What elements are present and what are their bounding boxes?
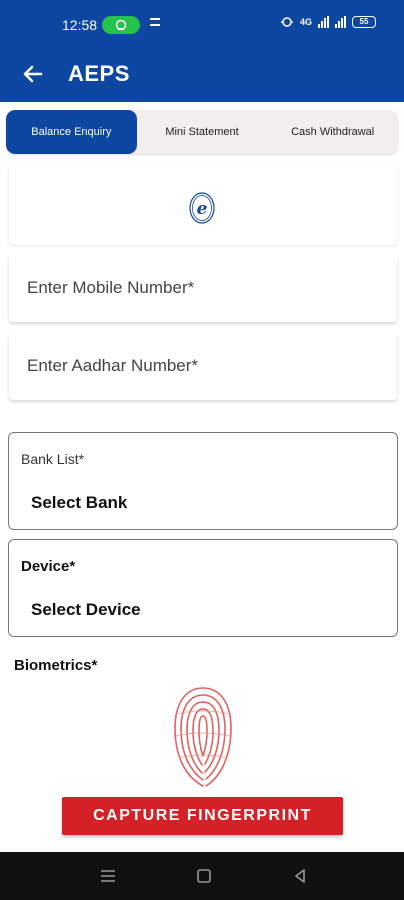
e-logo-icon: e: [189, 192, 215, 224]
device-select[interactable]: Device* Select Device: [8, 539, 398, 637]
biometrics-label: Biometrics*: [14, 657, 98, 674]
page-title: AEPS: [68, 61, 130, 86]
aadhar-number-field[interactable]: Enter Aadhar Number*: [9, 332, 397, 400]
device-select-label: Device*: [21, 558, 76, 575]
tab-bar: Balance Enquiry Mini Statement Cash With…: [6, 110, 398, 154]
app-bar: AEPS: [0, 50, 404, 102]
capture-fingerprint-button[interactable]: CAPTURE FINGERPRINT: [62, 797, 343, 835]
signal-icon: [318, 16, 329, 28]
arrow-left-icon[interactable]: [20, 61, 46, 87]
status-icons: 4G 55: [280, 16, 376, 28]
hotspot-icon: [102, 16, 140, 34]
bank-select-label: Bank List*: [21, 451, 85, 467]
battery-icon: 55: [352, 16, 376, 28]
tab-cash-withdrawal[interactable]: Cash Withdrawal: [267, 110, 398, 154]
svg-text:e: e: [197, 199, 208, 219]
network-type: 4G: [299, 17, 312, 27]
fingerprint-icon[interactable]: [170, 684, 236, 790]
tab-balance-enquiry[interactable]: Balance Enquiry: [6, 110, 137, 154]
bank-select[interactable]: Bank List* Select Bank: [8, 432, 398, 530]
mobile-number-field[interactable]: Enter Mobile Number*: [9, 254, 397, 322]
triangle-back-icon[interactable]: [290, 866, 310, 886]
status-bar: 12:58 4G 55: [0, 0, 404, 50]
signal-icon: [335, 16, 346, 28]
system-nav-bar: [0, 852, 404, 900]
alarm-icon: [280, 17, 293, 27]
status-time: 12:58: [62, 17, 98, 33]
square-home-icon[interactable]: [194, 866, 214, 886]
tab-mini-statement[interactable]: Mini Statement: [137, 110, 268, 154]
device-select-value: Select Device: [31, 600, 141, 619]
message-icon: [150, 18, 160, 26]
menu-icon[interactable]: [98, 866, 118, 886]
bank-select-value: Select Bank: [31, 493, 128, 512]
